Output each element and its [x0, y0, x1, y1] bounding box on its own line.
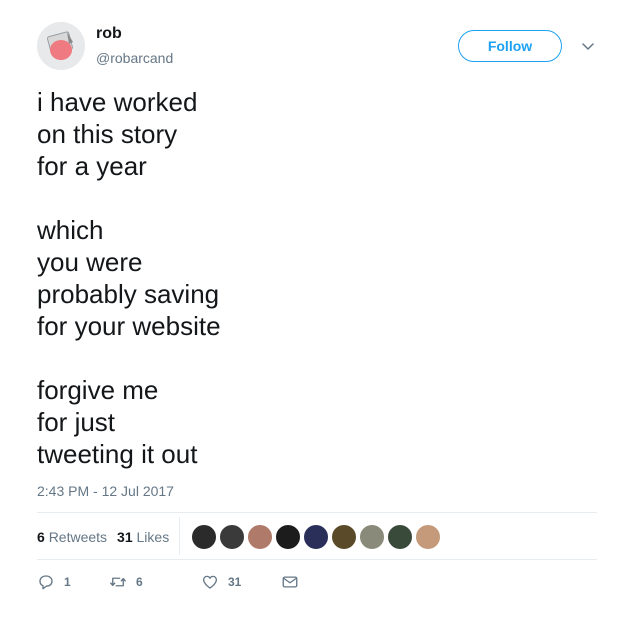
tweet-line	[37, 182, 221, 214]
user-name[interactable]: rob	[96, 25, 122, 43]
reply-button[interactable]: 1	[37, 573, 109, 591]
like-button[interactable]: 31	[201, 573, 281, 591]
divider	[179, 517, 180, 555]
envelope-icon	[282, 576, 298, 588]
reply-icon	[39, 575, 53, 590]
liker-avatar[interactable]	[275, 524, 301, 550]
avatar-image	[37, 22, 85, 70]
tweet-line: forgive me	[37, 375, 159, 405]
tweet-line: which	[37, 215, 104, 245]
tweet-text: i have worked on this story for a year w…	[37, 86, 221, 470]
liker-avatar[interactable]	[415, 524, 441, 550]
divider	[37, 559, 597, 560]
liker-avatar[interactable]	[303, 524, 329, 550]
follow-button[interactable]: Follow	[458, 30, 562, 62]
reply-count: 1	[64, 575, 71, 589]
liker-avatar[interactable]	[359, 524, 385, 550]
like-count: 31	[228, 575, 242, 589]
tweet-line	[37, 342, 221, 374]
retweet-button[interactable]: 6	[109, 573, 201, 591]
divider	[37, 512, 597, 513]
chevron-down-icon[interactable]	[580, 38, 596, 54]
tweet-line: on this story	[37, 119, 178, 149]
liker-avatar[interactable]	[247, 524, 273, 550]
tweet-line: for your website	[37, 311, 221, 341]
user-handle[interactable]: @robarcand	[96, 50, 173, 66]
likes-label: Likes	[136, 529, 170, 545]
liker-avatar[interactable]	[191, 524, 217, 550]
tweet-line: probably saving	[37, 279, 220, 309]
liker-avatar[interactable]	[387, 524, 413, 550]
liker-avatar[interactable]	[331, 524, 357, 550]
retweets-label: Retweets	[48, 529, 108, 545]
tweet-line: you were	[37, 247, 143, 277]
direct-message-button[interactable]	[281, 573, 299, 591]
retweet-icon	[109, 577, 127, 587]
liker-avatars	[191, 524, 443, 550]
retweets-count: 6	[37, 529, 45, 545]
tweet-line: i have worked	[37, 87, 198, 117]
avatar[interactable]	[37, 22, 85, 70]
retweet-count: 6	[136, 575, 143, 589]
tweet-timestamp[interactable]: 2:43 PM - 12 Jul 2017	[37, 483, 174, 499]
heart-icon	[202, 575, 218, 589]
tweet-line: for a year	[37, 151, 147, 181]
liker-avatar[interactable]	[219, 524, 245, 550]
likes-count: 31	[117, 529, 133, 545]
retweets-stat[interactable]: 6 Retweets	[37, 529, 107, 545]
tweet-actions: 1 6 31	[37, 573, 299, 591]
tweet-line: for just	[37, 407, 116, 437]
tweet-line: tweeting it out	[37, 439, 198, 469]
likes-stat[interactable]: 31 Likes	[117, 529, 169, 545]
tweet-stats: 6 Retweets 31 Likes	[37, 522, 179, 552]
